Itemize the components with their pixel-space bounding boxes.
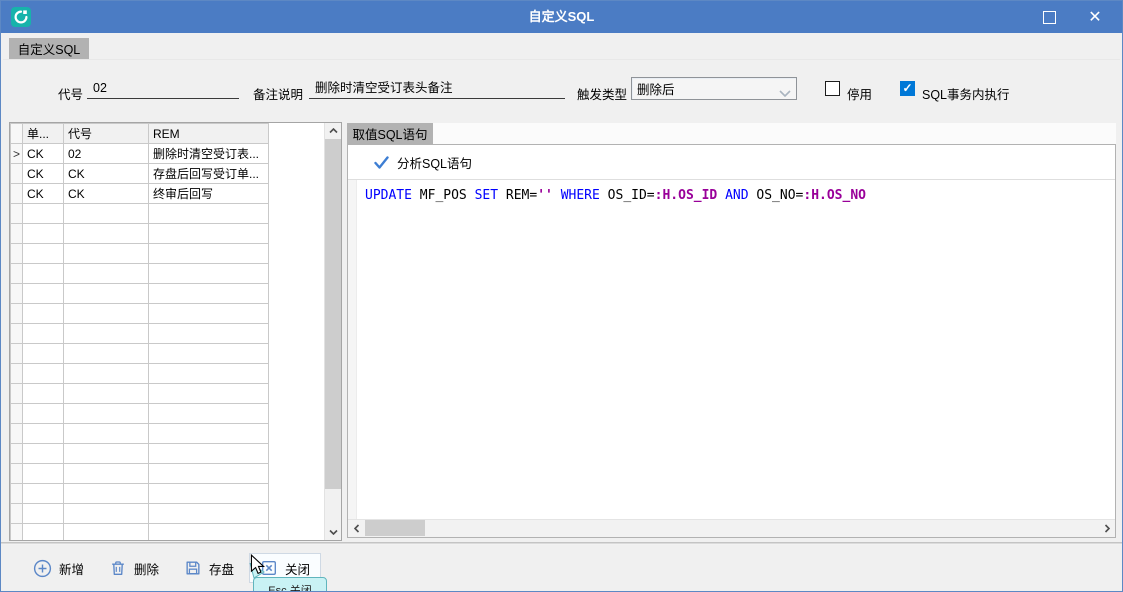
scroll-left-button[interactable] — [348, 520, 365, 536]
table-row-empty[interactable] — [11, 384, 269, 404]
table-row[interactable]: CKCK终审后回写 — [11, 184, 269, 204]
table-row[interactable]: CKCK存盘后回写受订单... — [11, 164, 269, 184]
code-input[interactable]: 02 — [87, 77, 239, 99]
maximize-button[interactable] — [1028, 1, 1070, 33]
current-row-indicator — [11, 184, 23, 204]
sql-line[interactable]: UPDATE MF_POS SET REM='' WHERE OS_ID=:H.… — [365, 188, 866, 203]
sql-editor-toolbar: 分析SQL语句 — [348, 145, 1115, 180]
table-row-empty[interactable] — [11, 344, 269, 364]
column-header-code[interactable]: 代号 — [64, 124, 149, 144]
table-cell[interactable]: 终审后回写 — [149, 184, 269, 204]
sql-transaction-checkbox[interactable] — [900, 81, 915, 96]
chevron-up-icon — [329, 128, 338, 134]
table-cell[interactable]: CK — [23, 164, 64, 184]
grid-header-row: 单... 代号 REM — [11, 124, 269, 144]
sql-horizontal-scrollbar[interactable] — [348, 519, 1115, 537]
table-row-empty[interactable] — [11, 464, 269, 484]
tab-sql-statement[interactable]: 取值SQL语句 — [347, 123, 433, 144]
grid-body: >CK02删除时清空受订表...CKCK存盘后回写受订单...CKCK终审后回写 — [11, 144, 269, 542]
sql-scrollbar-thumb[interactable] — [365, 520, 425, 536]
save-button-label: 存盘 — [209, 559, 234, 578]
sql-transaction-label: SQL事务内执行 — [922, 84, 1010, 103]
table-row-empty[interactable] — [11, 204, 269, 224]
add-button[interactable]: 新增 — [23, 553, 94, 583]
custom-sql-dialog: 自定义SQL ✕ 自定义SQL 代号 02 备注说明 删除时清空受订表头备注 触… — [0, 0, 1123, 592]
table-row-empty[interactable] — [11, 404, 269, 424]
bottom-toolbar: 新增 删除 存盘 关闭 — [1, 545, 1122, 591]
trigger-type-value: 删除后 — [637, 79, 675, 98]
scroll-down-button[interactable] — [325, 524, 341, 540]
records-grid-panel: 单... 代号 REM >CK02删除时清空受订表...CKCK存盘后回写受订单… — [9, 122, 342, 541]
floppy-disk-icon — [184, 559, 202, 577]
check-icon — [374, 156, 389, 169]
close-button[interactable]: ✕ — [1074, 1, 1116, 33]
analyze-sql-label: 分析SQL语句 — [397, 153, 472, 172]
column-header-rem[interactable]: REM — [149, 124, 269, 144]
table-row-empty[interactable] — [11, 504, 269, 524]
disable-checkbox[interactable] — [825, 81, 840, 96]
table-cell[interactable]: CK — [64, 164, 149, 184]
table-cell[interactable]: 删除时清空受订表... — [149, 144, 269, 164]
trigger-type-select[interactable]: 删除后 — [631, 77, 797, 100]
table-row-empty[interactable] — [11, 484, 269, 504]
save-button[interactable]: 存盘 — [174, 553, 244, 583]
table-cell[interactable]: 存盘后回写受订单... — [149, 164, 269, 184]
chevron-down-icon — [779, 86, 791, 100]
records-grid[interactable]: 单... 代号 REM >CK02删除时清空受订表...CKCK存盘后回写受订单… — [10, 123, 269, 541]
table-row-empty[interactable] — [11, 284, 269, 304]
remark-input[interactable]: 删除时清空受订表头备注 — [309, 77, 565, 99]
sql-tabstrip-filler — [433, 123, 1116, 144]
delete-button-label: 删除 — [134, 559, 159, 578]
table-row-empty[interactable] — [11, 364, 269, 384]
mouse-cursor — [250, 554, 265, 580]
table-row-empty[interactable] — [11, 444, 269, 464]
current-row-indicator — [11, 164, 23, 184]
scroll-right-button[interactable] — [1098, 520, 1115, 536]
table-row-empty[interactable] — [11, 264, 269, 284]
form-panel: 代号 02 备注说明 删除时清空受订表头备注 触发类型 删除后 停用 SQL事务… — [3, 59, 1120, 122]
code-label: 代号 — [58, 84, 83, 103]
chevron-left-icon — [354, 524, 360, 533]
table-row-empty[interactable] — [11, 324, 269, 344]
current-row-indicator: > — [11, 144, 23, 164]
close-icon: ✕ — [1088, 7, 1101, 27]
window-title: 自定义SQL — [1, 1, 1122, 33]
titlebar: 自定义SQL ✕ — [1, 1, 1122, 33]
table-row-empty[interactable] — [11, 244, 269, 264]
table-row-empty[interactable] — [11, 224, 269, 244]
trigger-type-label: 触发类型 — [577, 84, 627, 103]
plus-circle-icon — [33, 559, 52, 578]
grid-vertical-scrollbar[interactable] — [324, 123, 341, 540]
table-cell[interactable]: CK — [23, 144, 64, 164]
scroll-up-button[interactable] — [325, 123, 341, 139]
delete-button[interactable]: 删除 — [99, 553, 169, 583]
maximize-icon — [1043, 11, 1056, 24]
table-cell[interactable]: CK — [23, 184, 64, 204]
table-row-empty[interactable] — [11, 304, 269, 324]
add-button-label: 新增 — [59, 559, 84, 578]
chevron-right-icon — [1104, 524, 1110, 533]
table-cell[interactable]: 02 — [64, 144, 149, 164]
grid-scrollbar-thumb[interactable] — [325, 139, 341, 489]
disable-label: 停用 — [847, 84, 872, 103]
table-row-empty[interactable] — [11, 424, 269, 444]
column-header-doc[interactable]: 单... — [23, 124, 64, 144]
sql-editor-panel: 分析SQL语句 UPDATE MF_POS SET REM='' WHERE O… — [347, 144, 1116, 538]
table-row-empty[interactable] — [11, 524, 269, 542]
table-row[interactable]: >CK02删除时清空受订表... — [11, 144, 269, 164]
tab-custom-sql[interactable]: 自定义SQL — [9, 38, 89, 59]
trash-icon — [109, 559, 127, 578]
editor-gutter — [348, 180, 357, 520]
analyze-sql-button[interactable]: 分析SQL语句 — [374, 152, 472, 172]
close-action-label: 关闭 — [285, 559, 310, 578]
remark-label: 备注说明 — [253, 84, 303, 103]
row-indicator-header — [11, 124, 23, 144]
table-cell[interactable]: CK — [64, 184, 149, 204]
chevron-down-icon — [329, 529, 338, 535]
